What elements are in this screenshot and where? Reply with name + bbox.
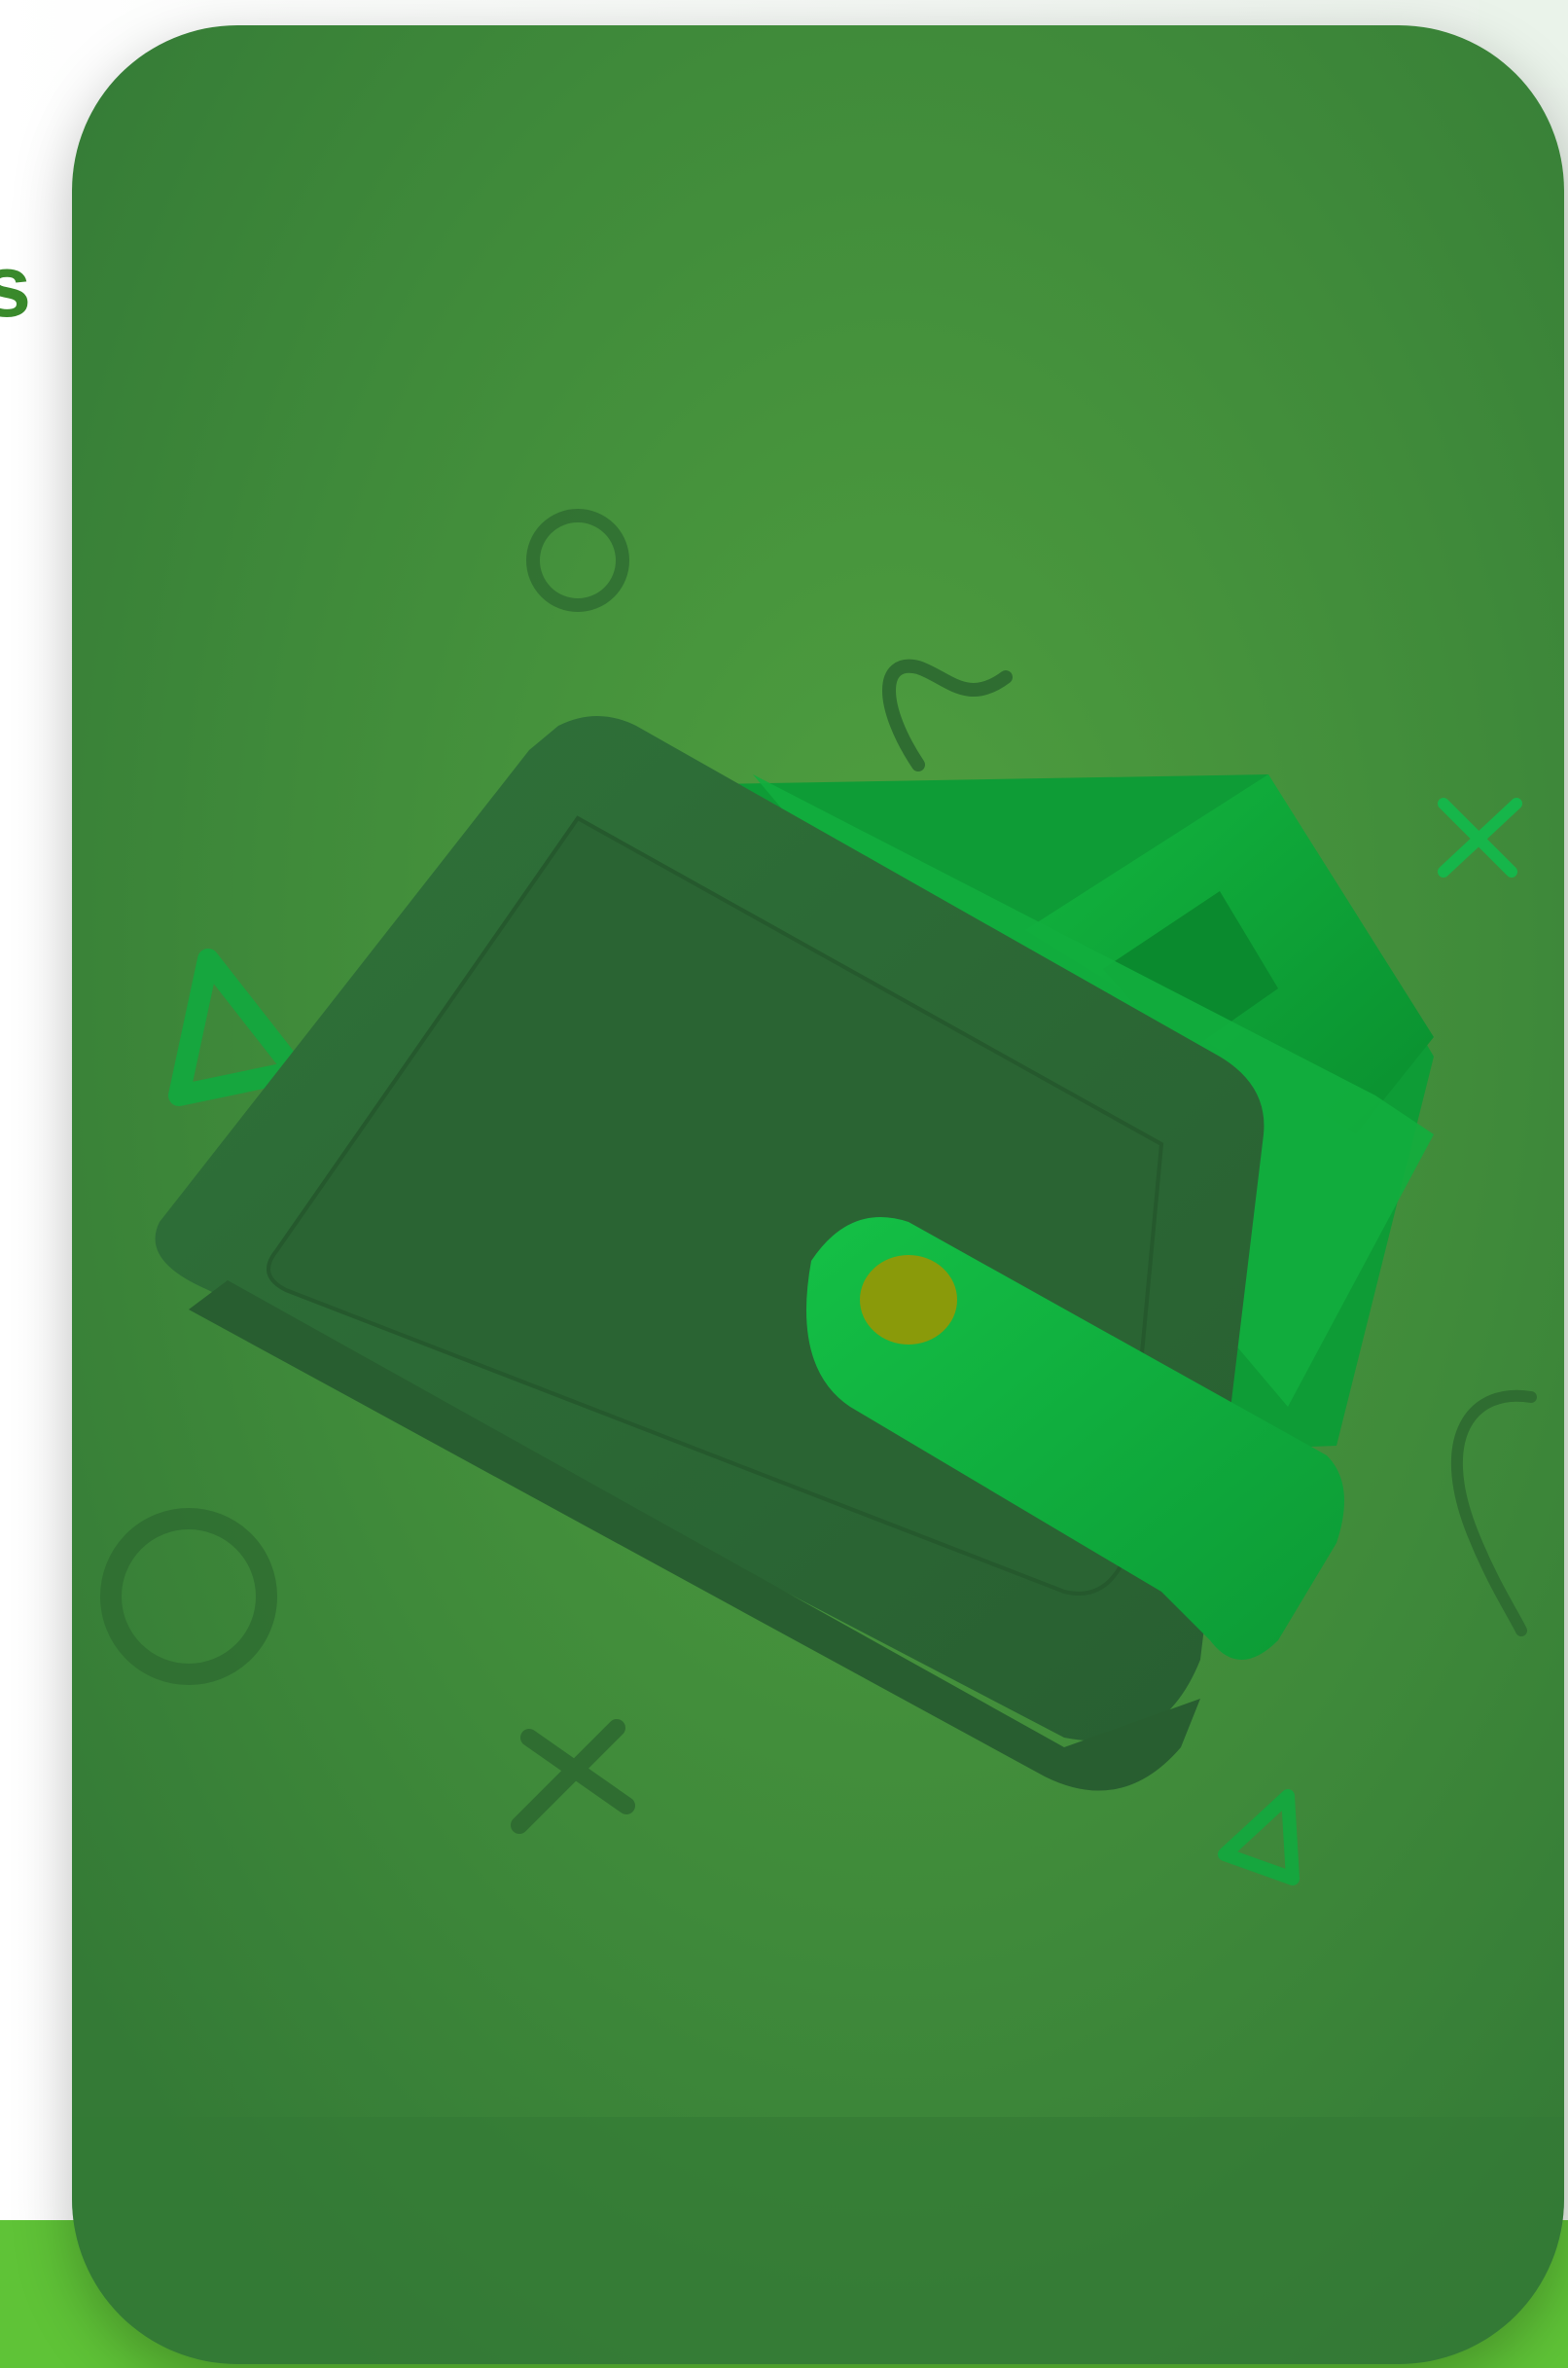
page: s [0, 0, 1568, 2368]
card-bottom-shade [72, 2117, 1564, 2364]
cropped-heading-letter: s [0, 238, 32, 336]
wallet-illustration [72, 25, 1564, 2364]
wallet-button [860, 1255, 957, 1345]
wallet-illustration-card [72, 25, 1564, 2364]
